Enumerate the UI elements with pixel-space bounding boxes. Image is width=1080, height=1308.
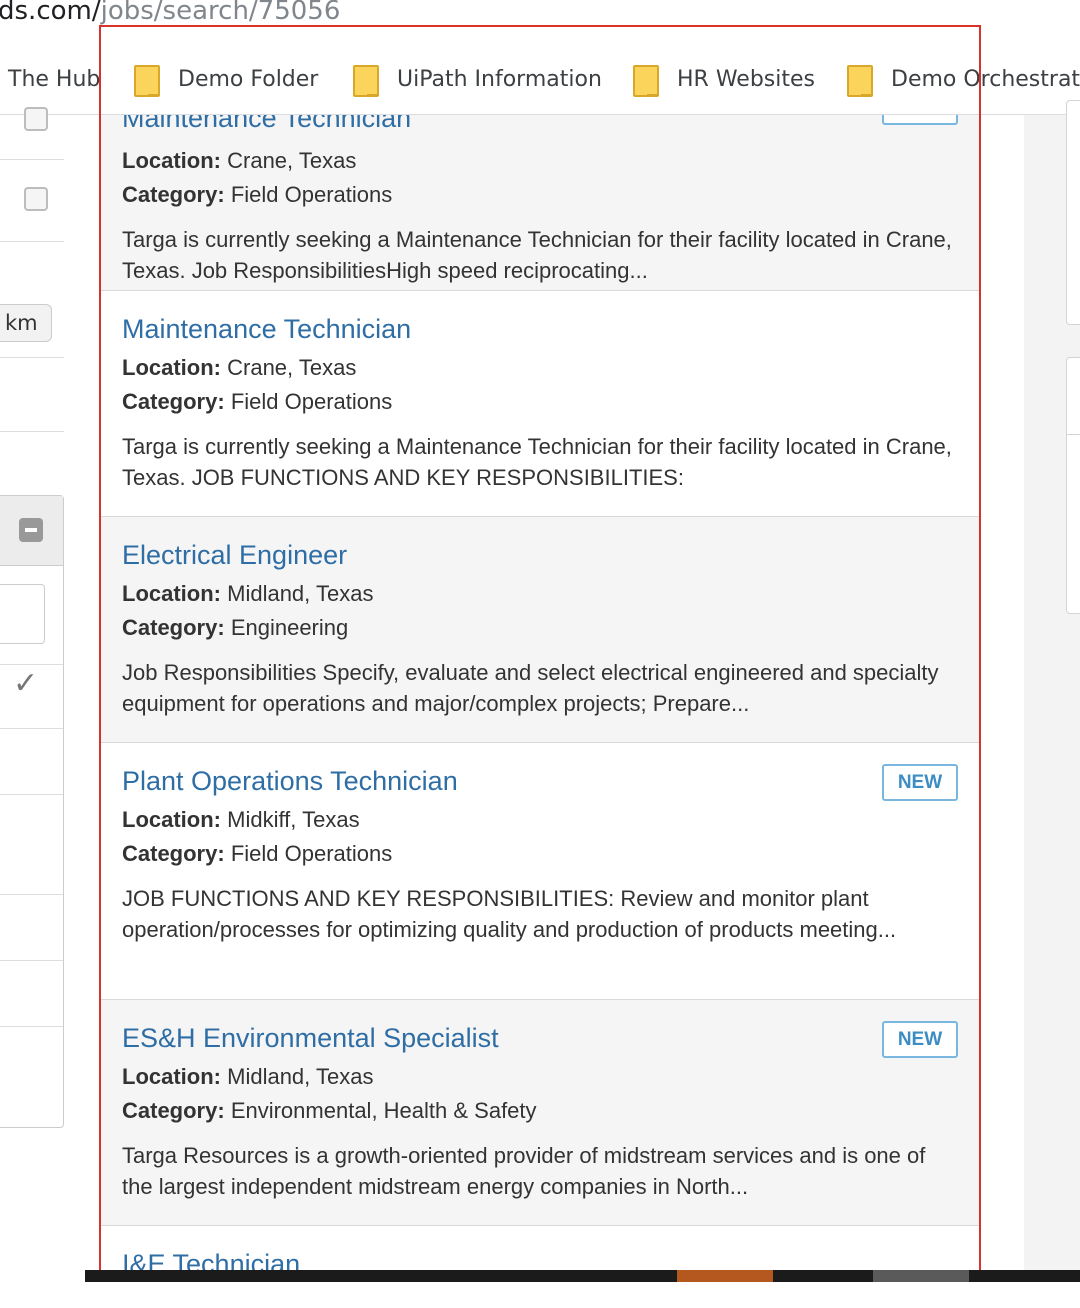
filter-checkbox[interactable] <box>24 187 48 211</box>
job-location: Location: Midkiff, Texas <box>122 807 360 832</box>
job-title-link[interactable]: Maintenance Technician <box>122 313 958 345</box>
address-bar[interactable]: ds.com/jobs/search/75056 <box>0 0 1080 40</box>
new-badge: NEW <box>882 764 958 801</box>
divider <box>0 894 63 895</box>
distance-unit-select[interactable]: km <box>0 304 52 342</box>
bookmark-uipath-information[interactable]: UiPath Information <box>353 62 602 97</box>
job-card[interactable]: Plant Operations Technician NEW Location… <box>101 743 979 1000</box>
job-location: Location: Midland, Texas <box>122 581 374 606</box>
bookmark-demo-folder[interactable]: Demo Folder <box>134 62 319 97</box>
bookmark-label: The Hub <box>8 66 101 92</box>
collapse-icon[interactable] <box>19 518 43 542</box>
job-title-link[interactable]: ES&H Environmental Specialist <box>122 1022 958 1054</box>
url-path: jobs/search/75056 <box>100 0 341 26</box>
job-card[interactable]: Maintenance Technician NEW Location: Cra… <box>101 115 979 291</box>
job-location: Location: Midland, Texas <box>122 1064 374 1089</box>
sidebar-widget <box>1066 357 1080 614</box>
bookmark-label: UiPath Information <box>397 66 602 92</box>
job-description: Targa is currently seeking a Maintenance… <box>122 434 952 490</box>
divider <box>0 357 64 358</box>
divider <box>1066 434 1080 435</box>
new-badge: NEW <box>882 1021 958 1058</box>
bookmark-demo-orchestrator[interactable]: Demo Orchestrato <box>847 62 1080 97</box>
distance-unit-label: km <box>5 311 38 335</box>
divider <box>0 431 64 432</box>
filter-checkbox[interactable] <box>24 107 48 131</box>
filter-text-input[interactable] <box>0 584 45 644</box>
job-description: JOB FUNCTIONS AND KEY RESPONSIBILITIES: … <box>122 886 897 942</box>
job-title-link[interactable]: Maintenance Technician <box>122 115 958 134</box>
folder-icon <box>353 65 379 97</box>
bottom-margin <box>0 1282 1080 1308</box>
bookmark-label: Demo Folder <box>178 66 319 92</box>
bookmarks-bar: The Hub Demo Folder UiPath Information H… <box>0 40 1080 115</box>
taskbar-app-button[interactable] <box>873 1270 969 1282</box>
job-card[interactable]: ES&H Environmental Specialist NEW Locati… <box>101 1000 979 1226</box>
divider <box>0 794 63 795</box>
job-description: Job Responsibilities Specify, evaluate a… <box>122 660 939 716</box>
divider <box>0 960 63 961</box>
job-card[interactable]: Maintenance Technician Location: Crane, … <box>101 291 979 517</box>
job-title-link[interactable]: Electrical Engineer <box>122 539 958 571</box>
job-category: Category: Field Operations <box>122 182 393 207</box>
job-category: Category: Field Operations <box>122 389 393 414</box>
job-results-list: Maintenance Technician NEW Location: Cra… <box>101 115 979 1280</box>
folder-icon <box>847 65 873 97</box>
job-card[interactable]: Electrical Engineer Location: Midland, T… <box>101 517 979 743</box>
job-category: Category: Engineering <box>122 615 349 640</box>
sidebar-widget <box>1066 100 1080 325</box>
filter-group-header[interactable] <box>0 496 63 566</box>
folder-icon <box>633 65 659 97</box>
taskbar <box>85 1270 1080 1282</box>
checkmark-icon[interactable]: ✓ <box>13 666 38 701</box>
divider <box>0 159 64 160</box>
filter-group: ✓ <box>0 495 64 1128</box>
job-category: Category: Environmental, Health & Safety <box>122 1098 537 1123</box>
job-description: Targa Resources is a growth-oriented pro… <box>122 1143 926 1199</box>
folder-icon <box>134 65 160 97</box>
divider <box>0 664 63 665</box>
url-text[interactable]: ds.com/jobs/search/75056 <box>0 0 340 26</box>
job-location: Location: Crane, Texas <box>122 355 357 380</box>
job-category: Category: Field Operations <box>122 841 393 866</box>
taskbar-app-button[interactable] <box>677 1270 773 1282</box>
bookmark-label: HR Websites <box>677 66 815 92</box>
job-location: Location: Crane, Texas <box>122 148 357 173</box>
divider <box>0 728 63 729</box>
bookmark-label: Demo Orchestrato <box>891 66 1080 92</box>
filter-panel: km ✓ <box>0 107 64 1270</box>
divider <box>0 241 64 242</box>
job-title-link[interactable]: Plant Operations Technician <box>122 765 958 797</box>
url-host: ds.com/ <box>0 0 101 26</box>
bookmark-the-hub[interactable]: The Hub <box>8 62 100 96</box>
bookmark-hr-websites[interactable]: HR Websites <box>633 62 815 97</box>
new-badge: NEW <box>882 115 958 125</box>
divider <box>0 1026 63 1027</box>
job-description: Targa is currently seeking a Maintenance… <box>122 227 952 283</box>
